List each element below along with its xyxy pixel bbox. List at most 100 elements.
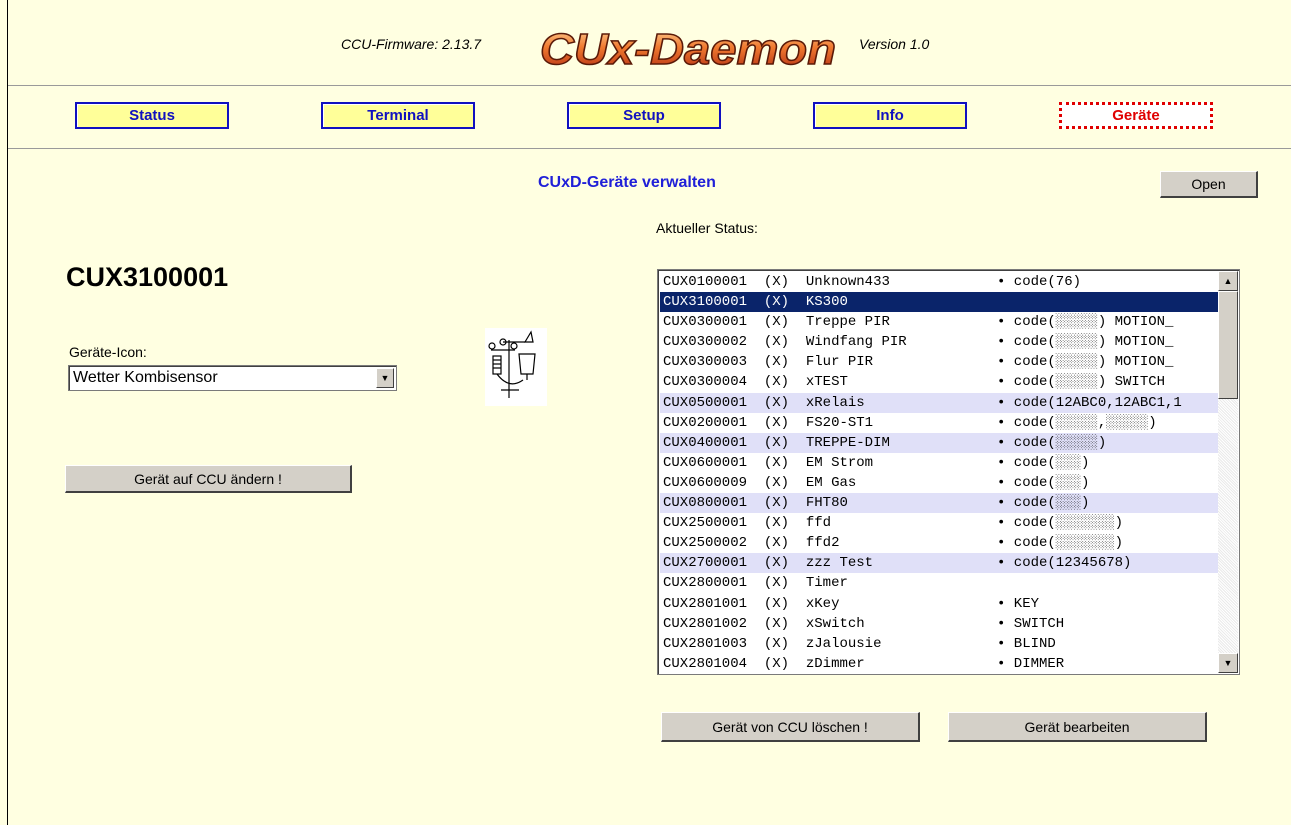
device-list-row[interactable]: CUX0300001 (X) Treppe PIR • code(░░░░░) M… bbox=[660, 312, 1218, 332]
device-list-row[interactable]: CUX0200001 (X) FS20-ST1 • code(░░░░░,░░░░… bbox=[660, 413, 1218, 433]
device-row-flag: (X) bbox=[763, 555, 790, 572]
device-icon-label: Geräte-Icon: bbox=[69, 344, 147, 360]
device-row-id: CUX0100001 bbox=[663, 274, 748, 290]
device-row-name: EM Strom bbox=[805, 454, 874, 471]
device-row-flag: (X) bbox=[763, 535, 790, 552]
device-row-flag: (X) bbox=[763, 515, 790, 532]
device-list-row[interactable]: CUX0600009 (X) EM Gas • code(░░░) bbox=[660, 473, 1218, 493]
device-row-flag: (X) bbox=[763, 354, 790, 371]
device-list-rows: CUX0100001 (X) Unknown433 • code(76) CUX31… bbox=[660, 272, 1218, 674]
scroll-down-icon[interactable]: ▼ bbox=[1218, 653, 1238, 673]
device-row-id: CUX0500001 bbox=[663, 394, 748, 411]
device-list-row[interactable]: CUX2500002 (X) ffd2 • code(░░░░░░░) bbox=[660, 533, 1218, 553]
nav-geraete-button[interactable]: Geräte bbox=[1059, 102, 1213, 129]
device-list-row[interactable]: CUX0500001 (X) xRelais • code(12ABC0,12AB… bbox=[660, 392, 1218, 413]
device-list-row[interactable]: CUX0300004 (X) xTEST • code(░░░░░) SWITCH bbox=[660, 372, 1218, 392]
nav-setup-button[interactable]: Setup bbox=[567, 102, 721, 129]
app-version: Version 1.0 bbox=[859, 36, 930, 52]
device-row-info: • BLIND bbox=[997, 635, 1056, 652]
delete-device-button[interactable]: Gerät von CCU löschen ! bbox=[661, 712, 920, 742]
device-list-row[interactable]: CUX0800001 (X) FHT80 • code(░░░) bbox=[660, 493, 1218, 514]
device-row-name: EM Gas bbox=[805, 474, 857, 491]
device-list[interactable]: CUX0100001 (X) Unknown433 • code(76) CUX31… bbox=[657, 269, 1240, 675]
device-list-row[interactable]: CUX2800001 (X) Timer bbox=[660, 573, 1218, 593]
firmware-version: CCU-Firmware: 2.13.7 bbox=[341, 36, 482, 52]
device-row-info: • DIMMER bbox=[997, 655, 1065, 672]
page-title: CUxD-Geräte verwalten bbox=[538, 174, 716, 191]
device-row-info: • code(░░░░░) MOTION_ bbox=[997, 354, 1174, 371]
device-row-flag: (X) bbox=[763, 274, 790, 290]
device-row-info: • KEY bbox=[997, 595, 1040, 612]
device-row-id: CUX0800001 bbox=[663, 495, 748, 512]
device-row-info: • code(░░░░░,░░░░░) bbox=[997, 414, 1157, 431]
device-list-row[interactable]: CUX0300003 (X) Flur PIR • code(░░░░░) MOT… bbox=[660, 352, 1218, 372]
device-row-flag: (X) bbox=[763, 294, 790, 311]
device-row-id: CUX0600001 bbox=[663, 454, 748, 471]
change-device-button[interactable]: Gerät auf CCU ändern ! bbox=[65, 465, 352, 493]
device-row-info: • code(12ABC0,12ABC1,1 bbox=[997, 394, 1182, 411]
device-row-id: CUX2500002 bbox=[663, 535, 748, 552]
device-row-name: zJalousie bbox=[805, 635, 882, 652]
device-row-name: FS20-ST1 bbox=[805, 414, 874, 431]
nav-terminal-button[interactable]: Terminal bbox=[321, 102, 475, 129]
device-list-row[interactable]: CUX2500001 (X) ffd • code(░░░░░░░) bbox=[660, 513, 1218, 533]
device-row-name: FHT80 bbox=[805, 495, 848, 512]
device-list-row[interactable]: CUX2700001 (X) zzz Test • code(12345678) bbox=[660, 553, 1218, 574]
device-row-info: • code(12345678) bbox=[997, 555, 1132, 572]
device-row-id: CUX0400001 bbox=[663, 434, 748, 451]
device-row-id: CUX0300002 bbox=[663, 334, 748, 351]
device-row-flag: (X) bbox=[763, 595, 790, 612]
device-row-name: zzz Test bbox=[805, 555, 874, 572]
device-list-scrollbar[interactable]: ▲ ▼ bbox=[1218, 271, 1238, 673]
scroll-up-icon[interactable]: ▲ bbox=[1218, 271, 1238, 291]
device-row-name: Flur PIR bbox=[805, 354, 874, 371]
scroll-thumb[interactable] bbox=[1218, 291, 1238, 399]
device-row-name: Unknown433 bbox=[805, 274, 890, 290]
device-row-id: CUX2700001 bbox=[663, 555, 748, 572]
cux-daemon-logo: CUx-Daemon bbox=[536, 22, 844, 79]
device-row-info: • code(░░░░░) bbox=[997, 434, 1107, 451]
device-row-name: ffd2 bbox=[805, 535, 840, 552]
device-row-id: CUX2801004 bbox=[663, 655, 748, 672]
device-row-flag: (X) bbox=[763, 394, 790, 411]
page-frame-left bbox=[7, 0, 8, 825]
device-row-flag: (X) bbox=[763, 314, 790, 331]
device-row-flag: (X) bbox=[763, 454, 790, 471]
device-row-name: Treppe PIR bbox=[805, 314, 890, 331]
device-row-id: CUX0600009 bbox=[663, 474, 748, 491]
device-list-row[interactable]: CUX2801002 (X) xSwitch • SWITCH bbox=[660, 614, 1218, 634]
nav-info-button[interactable]: Info bbox=[813, 102, 967, 129]
device-list-row[interactable]: CUX0400001 (X) TREPPE-DIM • code(░░░░░) bbox=[660, 432, 1218, 453]
device-row-flag: (X) bbox=[763, 575, 790, 592]
device-list-row[interactable]: CUX2801004 (X) zDimmer • DIMMER bbox=[660, 654, 1218, 674]
device-row-id: CUX2801001 bbox=[663, 595, 748, 612]
device-row-name: xKey bbox=[805, 595, 840, 612]
device-row-flag: (X) bbox=[763, 434, 790, 451]
device-list-row[interactable]: CUX0100001 (X) Unknown433 • code(76) bbox=[660, 272, 1218, 292]
device-row-name: Windfang PIR bbox=[805, 334, 907, 351]
device-list-row[interactable]: CUX0600001 (X) EM Strom • code(░░░) bbox=[660, 453, 1218, 473]
device-list-row[interactable]: CUX2801001 (X) xKey • KEY bbox=[660, 594, 1218, 614]
open-button[interactable]: Open bbox=[1160, 171, 1258, 198]
header-divider bbox=[8, 85, 1291, 86]
device-row-id: CUX0300004 bbox=[663, 374, 748, 391]
nav-divider bbox=[8, 148, 1291, 149]
device-row-id: CUX0300001 bbox=[663, 314, 748, 331]
device-row-info: • code(76) bbox=[997, 274, 1082, 290]
device-row-name: xRelais bbox=[805, 394, 865, 411]
status-label: Aktueller Status: bbox=[656, 220, 758, 236]
device-row-id: CUX2500001 bbox=[663, 515, 748, 532]
device-row-name: ffd bbox=[805, 515, 832, 532]
edit-device-button[interactable]: Gerät bearbeiten bbox=[948, 712, 1207, 742]
device-list-row[interactable]: CUX2801003 (X) zJalousie • BLIND bbox=[660, 634, 1218, 654]
device-row-id: CUX3100001 bbox=[663, 294, 748, 311]
device-row-info: • code(░░░░░) MOTION_ bbox=[997, 334, 1174, 351]
device-list-row[interactable]: CUX0300002 (X) Windfang PIR • code(░░░░░)… bbox=[660, 332, 1218, 352]
device-list-row[interactable]: CUX3100001 (X) KS300 bbox=[660, 292, 1218, 313]
dropdown-arrow-icon[interactable]: ▼ bbox=[376, 368, 394, 388]
nav-status-button[interactable]: Status bbox=[75, 102, 229, 129]
device-id-heading: CUX3100001 bbox=[66, 262, 229, 292]
device-row-flag: (X) bbox=[763, 474, 790, 491]
device-icon-select[interactable]: Wetter Kombisensor ▼ bbox=[68, 365, 397, 391]
device-row-name: KS300 bbox=[805, 294, 848, 311]
